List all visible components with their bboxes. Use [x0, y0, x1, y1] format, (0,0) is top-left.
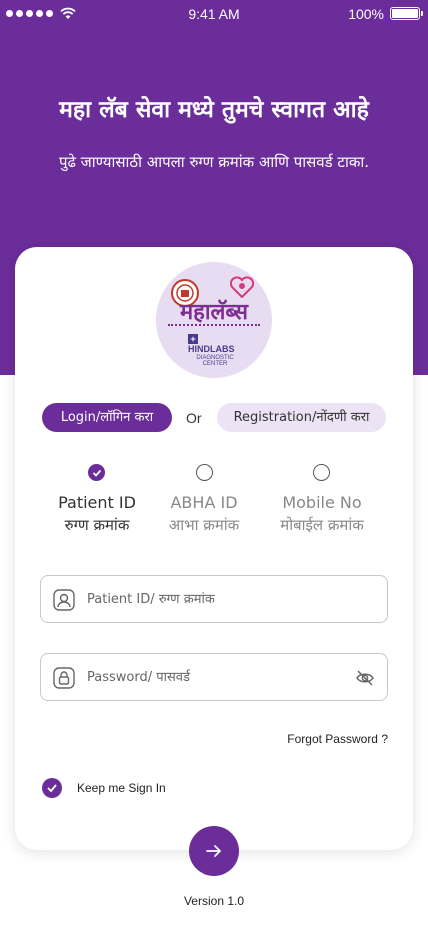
battery-icon [390, 7, 423, 20]
option-sub-patient-id: रुग्ण क्रमांक [64, 516, 130, 534]
eye-off-icon[interactable] [355, 668, 375, 688]
app-logo: महालॅब्स +HINDLABS DIAGNOSTIC CENTER [156, 262, 272, 378]
radio-mobile-no[interactable] [313, 464, 330, 481]
partner-name: HINDLABS [188, 344, 235, 354]
password-input[interactable] [87, 662, 337, 692]
battery-percent: 100% [348, 6, 384, 22]
option-sub-mobile-no: मोबाईल क्रमांक [280, 516, 364, 534]
lock-icon [53, 667, 75, 689]
patient-id-input[interactable] [87, 584, 337, 614]
check-icon [92, 469, 102, 477]
partner-subtitle: DIAGNOSTIC CENTER [196, 355, 234, 367]
logo-tagline-line [168, 324, 260, 327]
option-label-mobile-no: Mobile No [282, 493, 362, 512]
logo-name: महालॅब्स [179, 299, 248, 325]
keep-signed-in-checkbox[interactable] [42, 778, 62, 798]
forgot-password-link[interactable]: Forgot Password ? [287, 732, 388, 746]
user-icon [53, 589, 75, 611]
submit-button[interactable] [189, 826, 239, 876]
page-title: महा लॅब सेवा मध्ये तुमचे स्वागत आहे [59, 97, 369, 123]
patient-id-field[interactable] [40, 575, 388, 623]
heart-logo-icon [230, 276, 254, 298]
app-version: Version 1.0 [183, 894, 245, 908]
or-separator: Or [186, 410, 202, 426]
status-bar: 9:41 AM 100% [0, 0, 428, 28]
registration-tab-button[interactable]: Registration/नोंदणी करा [217, 403, 386, 432]
login-tab-button[interactable]: Login/लॉगिन करा [42, 403, 172, 432]
password-field[interactable] [40, 653, 388, 701]
check-icon [47, 784, 57, 793]
radio-abha-id[interactable] [196, 464, 213, 481]
option-label-abha-id: ABHA ID [170, 493, 238, 512]
radio-patient-id[interactable] [88, 464, 105, 481]
page-subtitle: पुढे जाण्यासाठी आपला रुग्ण क्रमांक आणि प… [58, 153, 370, 171]
partner-badge: +HINDLABS DIAGNOSTIC CENTER [188, 334, 242, 367]
medical-cross-icon: + [188, 334, 198, 344]
keep-signed-in-label: Keep me Sign In [77, 781, 166, 795]
arrow-right-icon [206, 845, 221, 857]
option-label-patient-id: Patient ID [58, 493, 136, 512]
option-sub-abha-id: आभा क्रमांक [168, 516, 240, 534]
